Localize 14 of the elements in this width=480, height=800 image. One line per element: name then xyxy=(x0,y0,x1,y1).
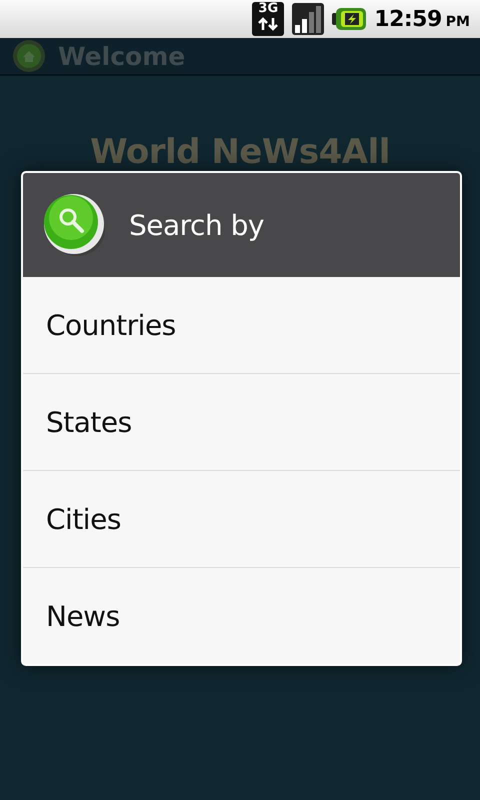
app-heading: World NeWs4All xyxy=(90,132,390,172)
data-arrows-icon xyxy=(257,16,280,32)
option-item[interactable]: News xyxy=(23,567,460,664)
signal-icon xyxy=(292,3,324,35)
battery-charging-icon xyxy=(332,7,366,31)
option-item[interactable]: States xyxy=(23,373,460,470)
dialog-title: Search by xyxy=(129,208,264,242)
option-item[interactable]: Countries xyxy=(23,277,460,373)
option-item[interactable]: Cities xyxy=(23,470,460,567)
network-type: 3G xyxy=(258,2,278,16)
clock-period: PM xyxy=(446,14,470,30)
clock-time: 12:59 xyxy=(374,6,442,32)
search-icon xyxy=(41,192,107,258)
home-icon[interactable] xyxy=(12,39,46,73)
